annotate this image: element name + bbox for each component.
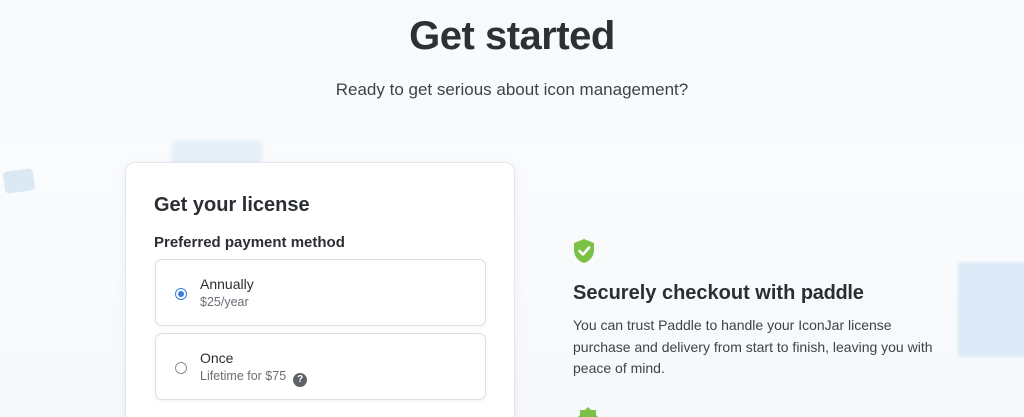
- decorative-shape: [958, 262, 1024, 357]
- payment-option-once[interactable]: Once Lifetime for $75?: [155, 333, 486, 400]
- secure-checkout-description: You can trust Paddle to handle your Icon…: [573, 317, 933, 376]
- payment-option-annually[interactable]: Annually $25/year: [155, 259, 486, 326]
- badge-icon: [578, 407, 598, 417]
- radio-once[interactable]: [175, 362, 187, 374]
- payment-method-label: Preferred payment method: [154, 234, 345, 251]
- option-name: Annually: [200, 276, 254, 292]
- page-subtitle: Ready to get serious about icon manageme…: [335, 80, 689, 99]
- secure-title-prefix: Securely checkout with: [573, 282, 796, 304]
- option-price: $25/year: [200, 295, 249, 309]
- paddle-logo: paddle: [800, 282, 864, 304]
- option-price-wrap: Lifetime for $75?: [200, 369, 308, 387]
- license-card: Get your license Preferred payment metho…: [125, 162, 515, 417]
- option-name: Once: [200, 350, 234, 366]
- secure-checkout-title: Securely checkout with paddle: [573, 282, 864, 305]
- page-title: Get started: [409, 14, 615, 58]
- card-title: Get your license: [154, 194, 310, 216]
- help-icon[interactable]: ?: [293, 373, 308, 387]
- shield-check-icon: [574, 239, 594, 263]
- option-price: Lifetime for $75: [200, 369, 287, 383]
- radio-annually[interactable]: [175, 288, 187, 300]
- decorative-shape: [2, 168, 36, 194]
